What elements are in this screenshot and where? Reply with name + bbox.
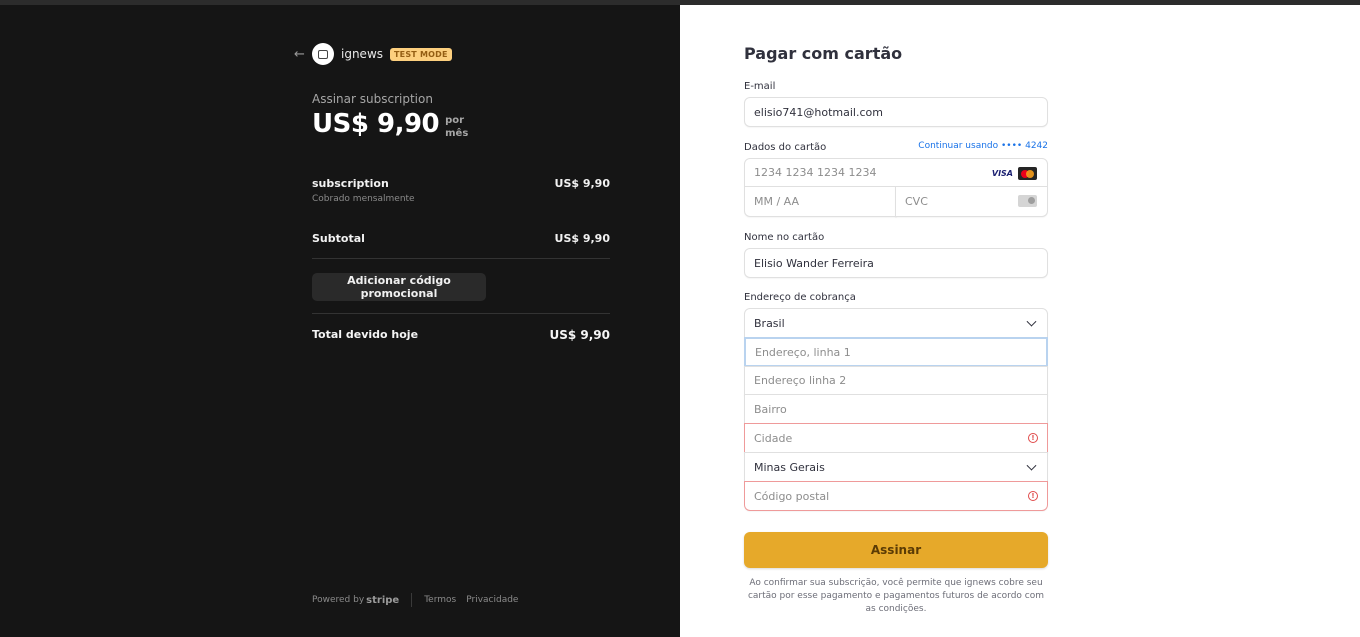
powered-by-label: Powered by [312,595,365,605]
brand-name[interactable]: ignews [341,47,383,61]
email-field[interactable]: elisio741@hotmail.com [744,97,1048,127]
subtotal-label: Subtotal [312,232,365,245]
terms-link[interactable]: Termos [424,595,456,605]
email-label: E-mail [744,81,776,92]
price-display: US$ 9,90 por mês [312,109,468,140]
total-label: Total devido hoje [312,328,419,341]
payment-form-panel: Pagar com cartão E-mail elisio741@hotmai… [680,5,1360,637]
expiry-field[interactable]: MM / AA [744,186,897,217]
cvc-card-icon [1018,195,1037,207]
country-value: Brasil [754,316,785,330]
address-line1-input[interactable]: Endereço, linha 1 [744,337,1048,367]
privacy-link[interactable]: Privacidade [466,595,518,605]
name-label: Nome no cartão [744,232,825,243]
legal-text: Ao confirmar sua subscrição, você permit… [747,578,1045,614]
order-summary-panel: ← ignews TEST MODE Assinar subscription … [0,5,680,637]
divider [312,258,610,259]
subtotal-amount: US$ 9,90 [554,232,610,245]
total-row: Total devido hoje US$ 9,90 [312,328,610,342]
divider [312,313,610,314]
error-icon: ! [1028,491,1038,501]
postal-code-input[interactable]: Código postal ! [744,481,1048,511]
price-amount: US$ 9,90 [312,109,440,139]
add-promo-code-button[interactable]: Adicionar código promocional [312,273,486,301]
total-amount: US$ 9,90 [549,328,610,342]
neighborhood-input[interactable]: Bairro [744,394,1048,424]
back-arrow-icon[interactable]: ← [294,47,312,62]
cvc-field[interactable]: CVC [895,186,1048,217]
city-placeholder: Cidade [754,431,793,445]
test-mode-badge: TEST MODE [390,47,452,61]
line-item-description: Cobrado mensalmente [312,194,415,204]
city-input[interactable]: Cidade ! [744,423,1048,453]
state-select[interactable]: Minas Gerais [744,452,1048,482]
stripe-logo[interactable]: stripe [366,595,399,606]
chevron-down-icon [1026,316,1037,327]
brand-header: ← ignews TEST MODE [294,43,452,65]
cvc-placeholder: CVC [905,195,928,208]
continue-saved-card-link[interactable]: Continuar usando •••• 4242 [918,141,1048,151]
card-brand-icons: VISA [992,167,1037,180]
cardholder-name-field[interactable]: Elisio Wander Ferreira [744,248,1048,278]
plan-title: Assinar subscription [312,92,433,106]
footer: Powered by stripe Termos Privacidade [312,593,528,607]
chevron-down-icon [1026,460,1037,471]
mastercard-icon [1018,167,1037,180]
error-icon: ! [1028,433,1038,443]
subscribe-button[interactable]: Assinar [744,532,1048,568]
address-line2-input[interactable]: Endereço linha 2 [744,366,1048,395]
state-value: Minas Gerais [754,460,825,474]
subtotal-row: Subtotal US$ 9,90 [312,232,610,245]
price-period: por mês [445,114,468,140]
line-item-subscription: subscription US$ 9,90 [312,177,610,190]
price-period-line2: mês [445,128,469,139]
postal-code-placeholder: Código postal [754,489,830,503]
line-item-amount: US$ 9,90 [554,177,610,190]
card-number-field[interactable]: 1234 1234 1234 1234 VISA [744,158,1048,187]
line-item-name: subscription [312,177,389,190]
visa-icon: VISA [991,169,1013,178]
country-select[interactable]: Brasil [744,308,1048,338]
form-title: Pagar com cartão [744,44,903,63]
price-period-line1: por [445,115,465,126]
store-icon [312,43,334,65]
address-label: Endereço de cobrança [744,292,856,303]
card-number-placeholder: 1234 1234 1234 1234 [754,166,877,179]
card-label: Dados do cartão [744,142,827,153]
footer-separator [411,593,413,607]
